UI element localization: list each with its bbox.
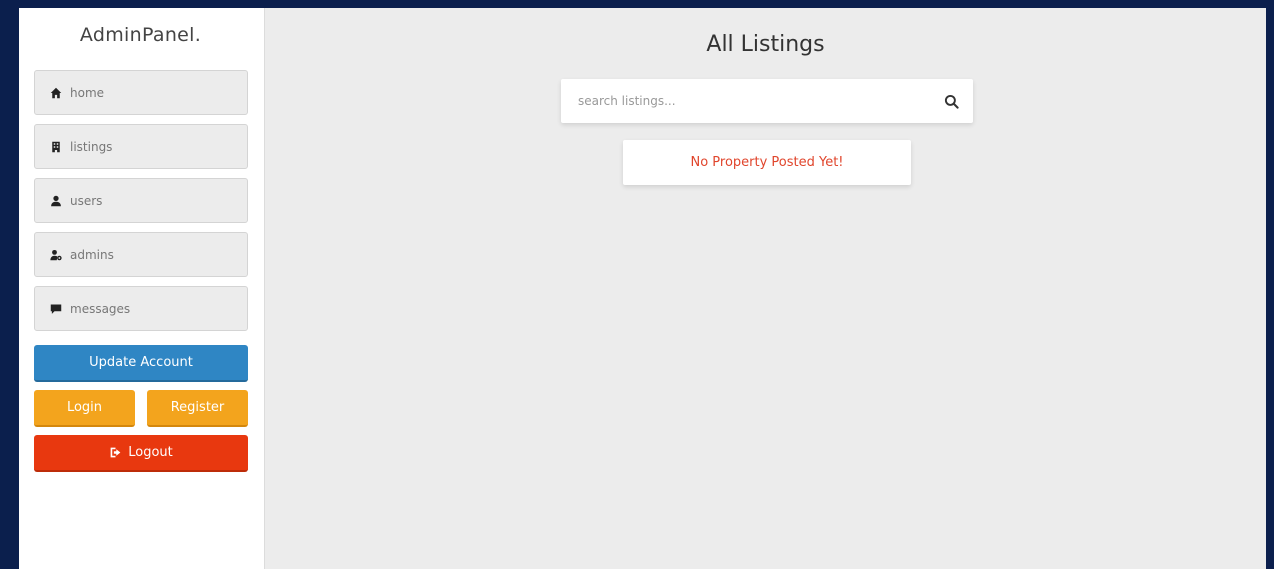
- sidebar: AdminPanel. home listings users admins m…: [19, 8, 265, 569]
- update-account-button[interactable]: Update Account: [34, 345, 248, 382]
- brand-logo: AdminPanel.: [79, 24, 202, 46]
- login-button[interactable]: Login: [34, 390, 135, 427]
- sidebar-nav: home listings users admins messages: [34, 70, 248, 331]
- sidebar-item-messages[interactable]: messages: [34, 286, 248, 331]
- auth-buttons: Login Register: [34, 390, 248, 427]
- empty-state-message: No Property Posted Yet!: [690, 155, 844, 170]
- search-button[interactable]: [929, 79, 973, 123]
- main-content: All Listings No Property Posted Yet!: [265, 8, 1266, 569]
- sidebar-item-label: users: [70, 193, 103, 208]
- search-input[interactable]: [561, 79, 929, 123]
- sidebar-item-label: messages: [70, 301, 131, 316]
- register-button[interactable]: Register: [147, 390, 248, 427]
- comment-icon: [50, 303, 62, 315]
- sidebar-item-home[interactable]: home: [34, 70, 248, 115]
- building-icon: [50, 141, 62, 153]
- logout-label: Logout: [128, 445, 173, 460]
- logout-button[interactable]: Logout: [34, 435, 248, 472]
- sidebar-item-users[interactable]: users: [34, 178, 248, 223]
- sign-out-icon: [109, 446, 122, 459]
- user-icon: [50, 195, 62, 207]
- sidebar-item-label: admins: [70, 247, 114, 262]
- sidebar-item-listings[interactable]: listings: [34, 124, 248, 169]
- empty-state-box: No Property Posted Yet!: [623, 140, 911, 185]
- search-bar: [561, 79, 973, 123]
- home-icon: [50, 87, 62, 99]
- app-frame: AdminPanel. home listings users admins m…: [19, 8, 1266, 569]
- search-icon: [944, 94, 959, 109]
- sidebar-item-admins[interactable]: admins: [34, 232, 248, 277]
- sidebar-item-label: home: [70, 85, 105, 100]
- sidebar-item-label: listings: [70, 139, 113, 154]
- user-gear-icon: [50, 249, 62, 261]
- page-title: All Listings: [706, 32, 825, 57]
